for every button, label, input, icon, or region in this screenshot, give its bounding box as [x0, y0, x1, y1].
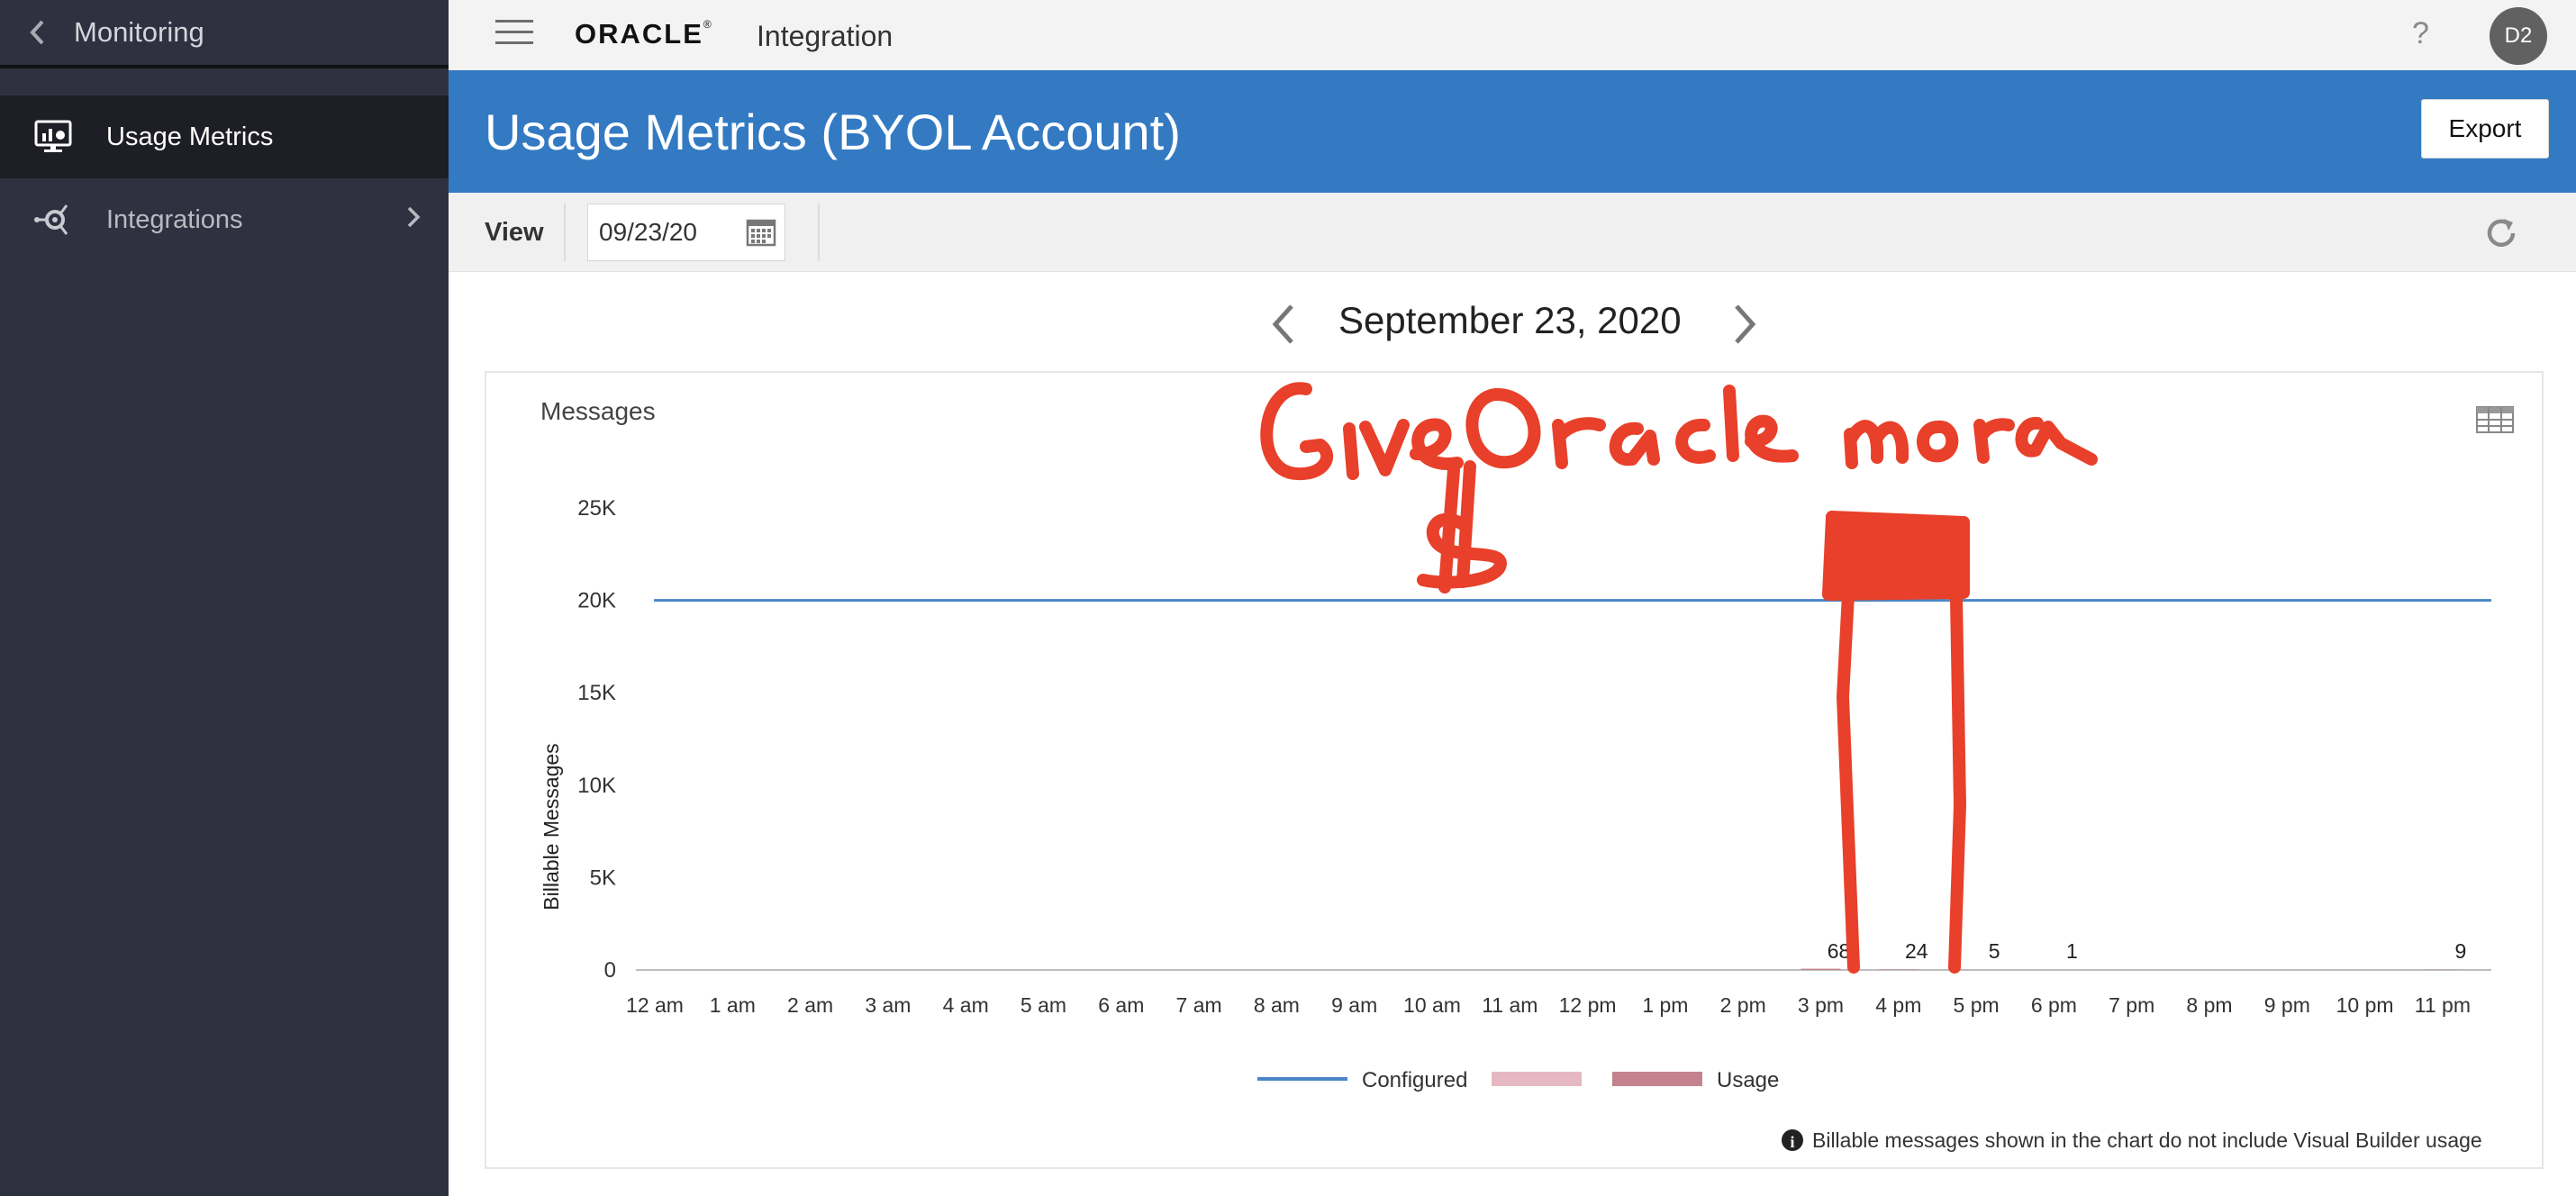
y-tick-label: 15K — [577, 681, 616, 705]
back-button[interactable] — [0, 0, 74, 67]
view-label: View — [485, 218, 544, 247]
sidebar: Monitoring Usage Metrics Integrations — [0, 0, 449, 1196]
messages-chart-card: 0 5K 10K 15K 20K 25K 12 am 1 am 2 am 3 am 4 am 5 am… — [485, 371, 2544, 1169]
sidebar-item-integrations[interactable]: Integrations — [0, 178, 449, 261]
previous-day-button[interactable] — [1270, 303, 1297, 346]
page-title: Usage Metrics (BYOL Account) — [485, 104, 1181, 160]
calendar-icon[interactable] — [746, 216, 776, 247]
sidebar-item-label: Integrations — [106, 204, 243, 234]
x-tick-label: 1 am — [710, 993, 756, 1017]
data-label: 5 — [1989, 939, 2000, 963]
monitor-chart-icon — [0, 95, 106, 178]
y-axis-label: Billable Messages — [540, 743, 563, 910]
next-day-button[interactable] — [1731, 303, 1758, 346]
x-tick-label: 11 pm — [2415, 993, 2471, 1017]
main-content: September 23, 2020 0 5K 10K 15K 20K 25K 12 am 1… — [449, 272, 2576, 1196]
x-tick-label: 2 am — [787, 993, 833, 1017]
data-label: 9 — [2455, 939, 2467, 963]
y-tick-label: 5K — [590, 865, 616, 890]
x-tick-label: 3 am — [865, 993, 911, 1017]
x-tick-label: 7 pm — [2109, 993, 2154, 1017]
legend-label-usage[interactable]: Usage — [1717, 1068, 1779, 1092]
chart-legend: Configured Usage — [1257, 1068, 1779, 1092]
export-button[interactable]: Export — [2421, 99, 2549, 159]
x-tick-label: 10 am — [1403, 993, 1461, 1017]
chart-title: Messages — [540, 397, 656, 425]
integrations-icon — [0, 178, 106, 261]
x-tick-label: 9 am — [1331, 993, 1377, 1017]
x-tick-label: 8 am — [1254, 993, 1300, 1017]
divider — [818, 204, 820, 261]
y-tick-label: 10K — [577, 774, 616, 798]
info-note: i Billable messages shown in the chart d… — [1782, 1128, 2482, 1152]
toolbar: View — [449, 193, 2576, 272]
sidebar-header: Monitoring — [0, 0, 449, 68]
refresh-icon[interactable] — [2482, 214, 2520, 252]
avatar[interactable]: D2 — [2490, 7, 2547, 65]
table-view-icon[interactable] — [2476, 406, 2514, 433]
x-tick-label: 6 pm — [2031, 993, 2077, 1017]
y-tick-label: 25K — [577, 496, 616, 521]
oracle-logo: ORACLE® — [575, 18, 712, 50]
help-icon[interactable]: ? — [2412, 16, 2429, 51]
x-tick-label: 11 am — [1482, 993, 1537, 1017]
x-tick-label: 8 pm — [2186, 993, 2232, 1017]
x-tick-label: 1 pm — [1642, 993, 1688, 1017]
chevron-right-icon — [407, 206, 421, 228]
usage-bar[interactable] — [1800, 968, 1841, 970]
x-tick-label: 9 pm — [2264, 993, 2310, 1017]
product-name: Integration — [757, 20, 893, 52]
x-tick-label: 4 am — [943, 993, 989, 1017]
legend-swatch-usage[interactable] — [1612, 1072, 1702, 1086]
x-tick-label: 7 am — [1176, 993, 1222, 1017]
x-tick-label: 5 am — [1020, 993, 1066, 1017]
x-tick-label: 6 am — [1098, 993, 1144, 1017]
top-bar: ORACLE® Integration ? D2 — [449, 0, 2576, 70]
svg-text:i: i — [1790, 1133, 1794, 1151]
x-tick-label: 2 pm — [1720, 993, 1766, 1017]
hamburger-menu-icon[interactable] — [495, 20, 533, 47]
sidebar-title: Monitoring — [74, 16, 204, 48]
legend-label-configured[interactable]: Configured — [1362, 1068, 1467, 1092]
sidebar-item-usage-metrics[interactable]: Usage Metrics — [0, 95, 449, 178]
x-tick-label: 12 am — [626, 993, 684, 1017]
x-tick-label: 5 pm — [1954, 993, 2000, 1017]
messages-chart: 0 5K 10K 15K 20K 25K 12 am 1 am 2 am 3 am 4 am 5 am… — [540, 382, 2514, 1152]
date-title: September 23, 2020 — [1338, 299, 1682, 341]
x-tick-label: 10 pm — [2336, 993, 2394, 1017]
data-label: 24 — [1905, 939, 1928, 963]
page-header: Usage Metrics (BYOL Account) Export — [449, 70, 2576, 193]
data-label: 1 — [2066, 939, 2078, 963]
x-tick-label: 3 pm — [1798, 993, 1844, 1017]
divider — [564, 204, 566, 261]
x-tick-label: 4 pm — [1875, 993, 1921, 1017]
x-tick-label: 12 pm — [1559, 993, 1617, 1017]
y-tick-label: 0 — [604, 958, 616, 983]
y-tick-label: 20K — [577, 589, 616, 613]
sidebar-item-label: Usage Metrics — [106, 122, 274, 151]
info-note-text: Billable messages shown in the chart do … — [1812, 1128, 2482, 1152]
chevron-left-icon — [30, 20, 44, 45]
handwritten-annotation — [1260, 382, 2098, 974]
legend-swatch-usage-light[interactable] — [1492, 1072, 1582, 1086]
